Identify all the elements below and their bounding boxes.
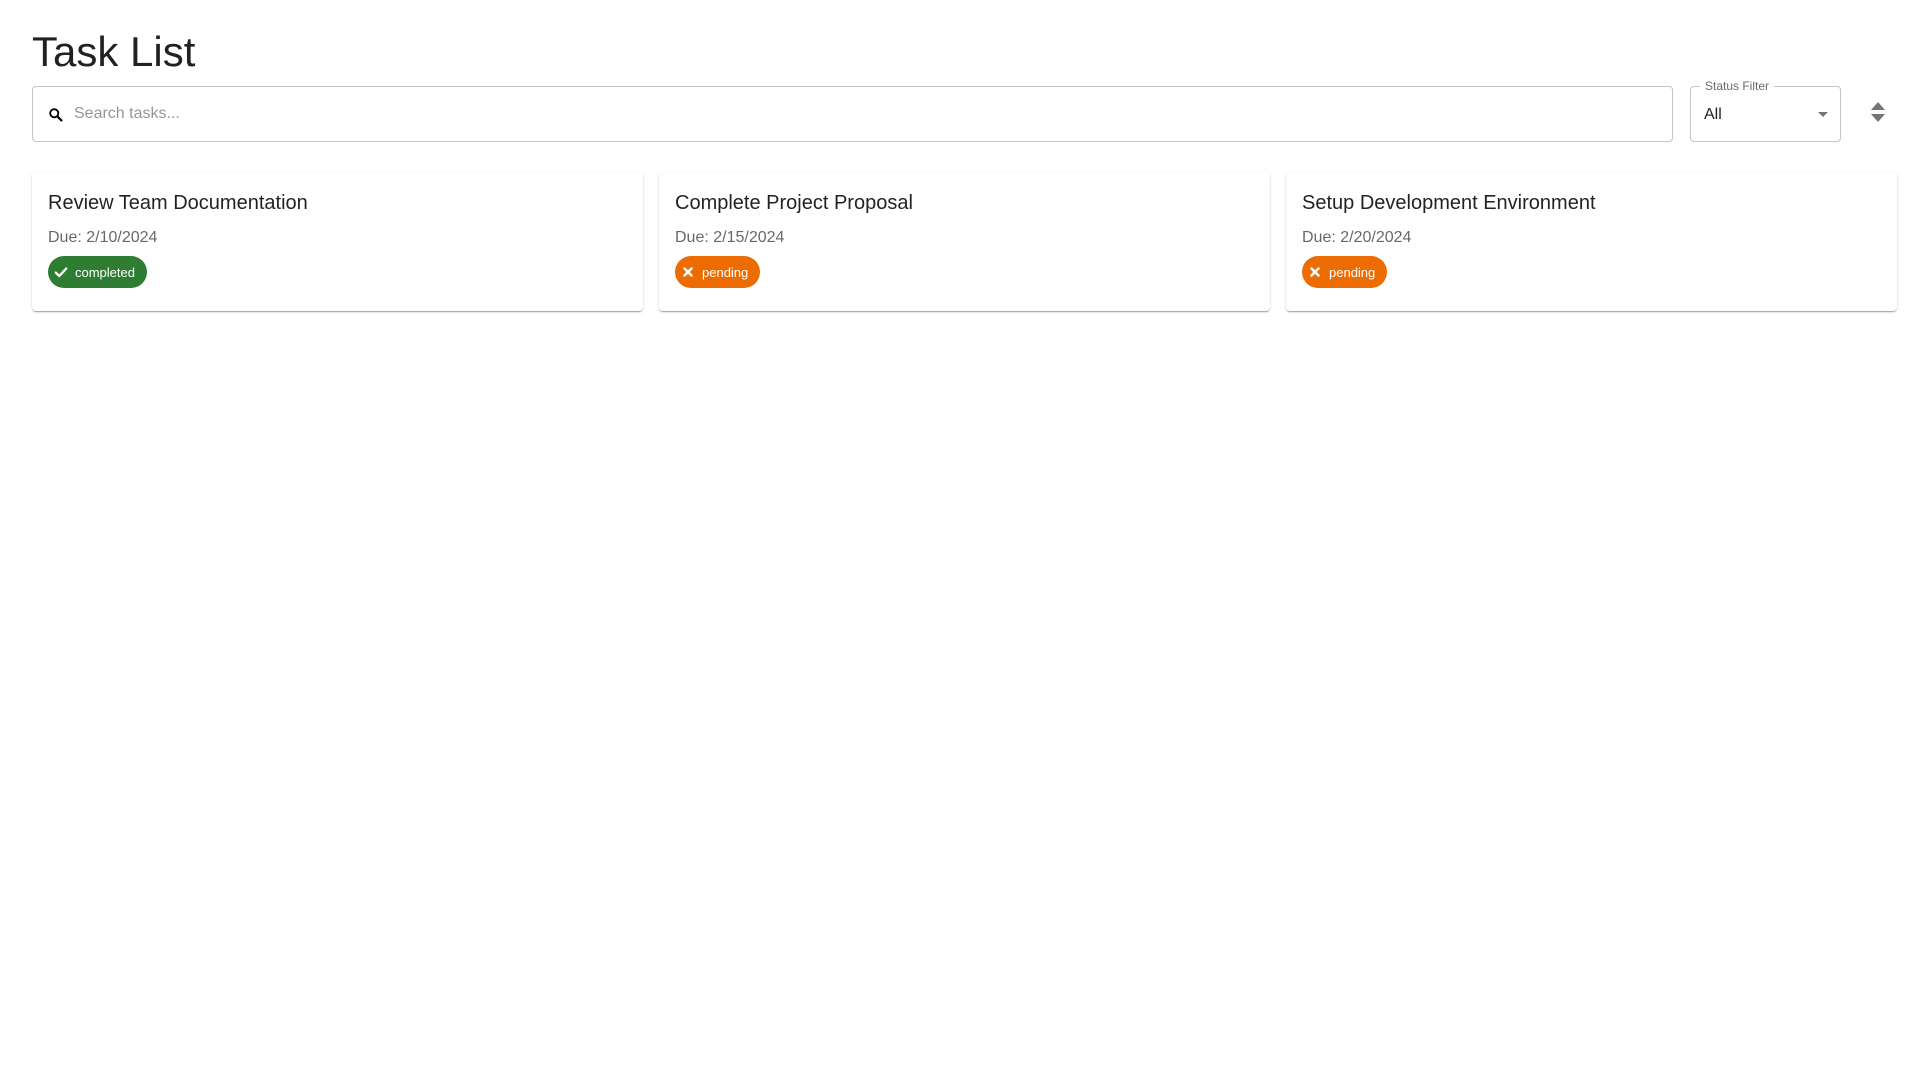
close-icon (680, 264, 696, 280)
task-due-date: Due: 2/15/2024 (675, 229, 785, 246)
task-title: Setup Development Environment (1302, 192, 1596, 214)
status-chip: completed (48, 256, 147, 288)
toolbar: Status Filter All (32, 79, 1893, 142)
task-list-page: Task List Status Filter All (0, 0, 1920, 1080)
status-chip-label: pending (1329, 264, 1376, 280)
task-due-date: Due: 2/20/2024 (1302, 229, 1412, 246)
search-input[interactable] (72, 93, 1672, 135)
task-cards: Review Team Documentation Due: 2/10/2024… (32, 172, 1898, 312)
status-chip-label: completed (75, 264, 135, 280)
status-chip: pending (675, 256, 761, 288)
sort-icon (1870, 101, 1886, 128)
status-chip-label: pending (702, 264, 749, 280)
page-title: Task List (32, 28, 196, 75)
task-card[interactable]: Setup Development Environment Due: 2/20/… (1286, 172, 1897, 311)
check-icon (53, 264, 69, 280)
status-chip: pending (1302, 256, 1388, 288)
search-icon (46, 105, 64, 123)
task-title: Review Team Documentation (48, 192, 308, 214)
search-box[interactable] (32, 86, 1673, 142)
status-filter-value: All (1704, 106, 1722, 123)
sort-button[interactable] (1858, 94, 1898, 134)
caret-down-icon (1818, 112, 1828, 117)
status-filter-label: Status Filter (1700, 79, 1775, 93)
task-title: Complete Project Proposal (675, 192, 913, 214)
task-card[interactable]: Complete Project Proposal Due: 2/15/2024… (659, 172, 1270, 311)
close-icon (1307, 264, 1323, 280)
status-filter-select[interactable]: Status Filter All (1690, 79, 1841, 142)
task-due-date: Due: 2/10/2024 (48, 229, 158, 246)
task-card[interactable]: Review Team Documentation Due: 2/10/2024… (32, 172, 643, 311)
